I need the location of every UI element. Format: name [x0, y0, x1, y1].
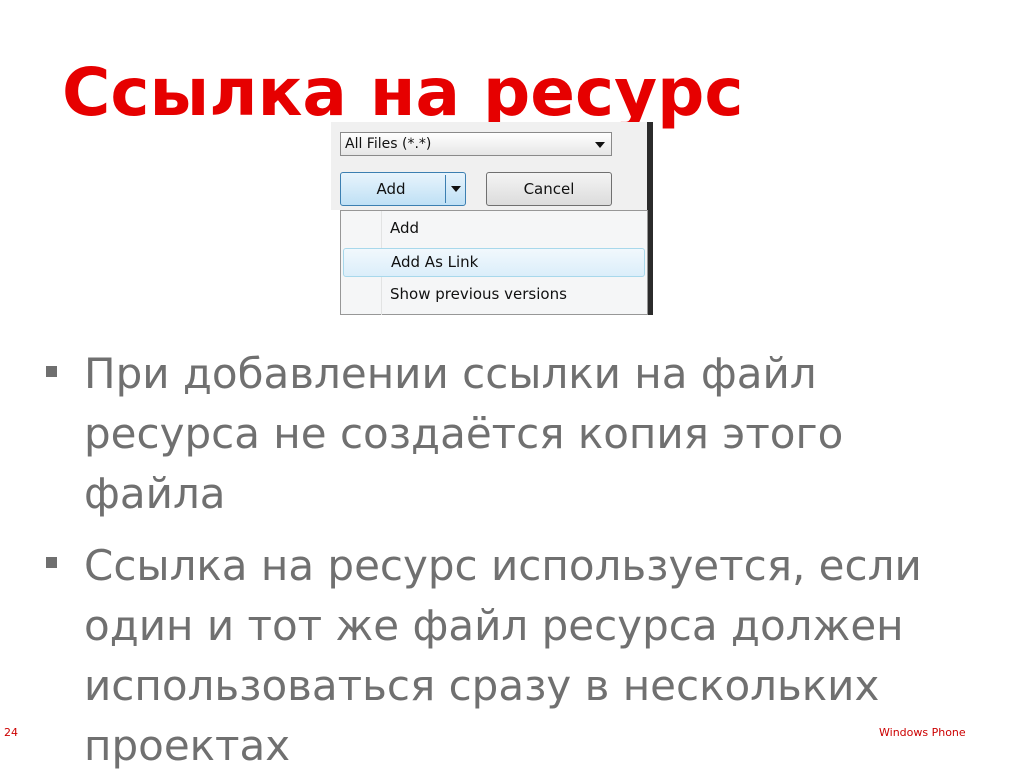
footer-brand: Windows Phone [879, 726, 966, 739]
file-type-select[interactable]: All Files (*.*) [340, 132, 612, 156]
bullet-marker [46, 557, 57, 568]
add-button-label[interactable]: Add [341, 180, 441, 198]
menu-item-add[interactable]: Add [343, 215, 645, 244]
bullet-text: При добавлении ссылки на файл ресурса не… [84, 349, 844, 518]
bullet-marker [46, 366, 57, 377]
bullet-text: Ссылка на ресурс используется, если один… [84, 541, 922, 770]
chevron-down-icon[interactable] [595, 142, 605, 148]
split-divider [445, 175, 446, 203]
cancel-button[interactable]: Cancel [486, 172, 612, 206]
dropdown-arrow-icon[interactable] [451, 186, 461, 192]
menu-item-show-previous-versions[interactable]: Show previous versions [343, 281, 645, 310]
file-type-select-value: All Files (*.*) [345, 136, 432, 152]
dialog-screenshot: All Files (*.*) Add Cancel Add Add As Li… [331, 122, 653, 315]
add-options-menu: Add Add As Link Show previous versions [340, 210, 648, 315]
page-number: 24 [4, 726, 18, 739]
menu-item-add-as-link[interactable]: Add As Link [343, 248, 645, 277]
add-split-button[interactable]: Add [340, 172, 466, 206]
